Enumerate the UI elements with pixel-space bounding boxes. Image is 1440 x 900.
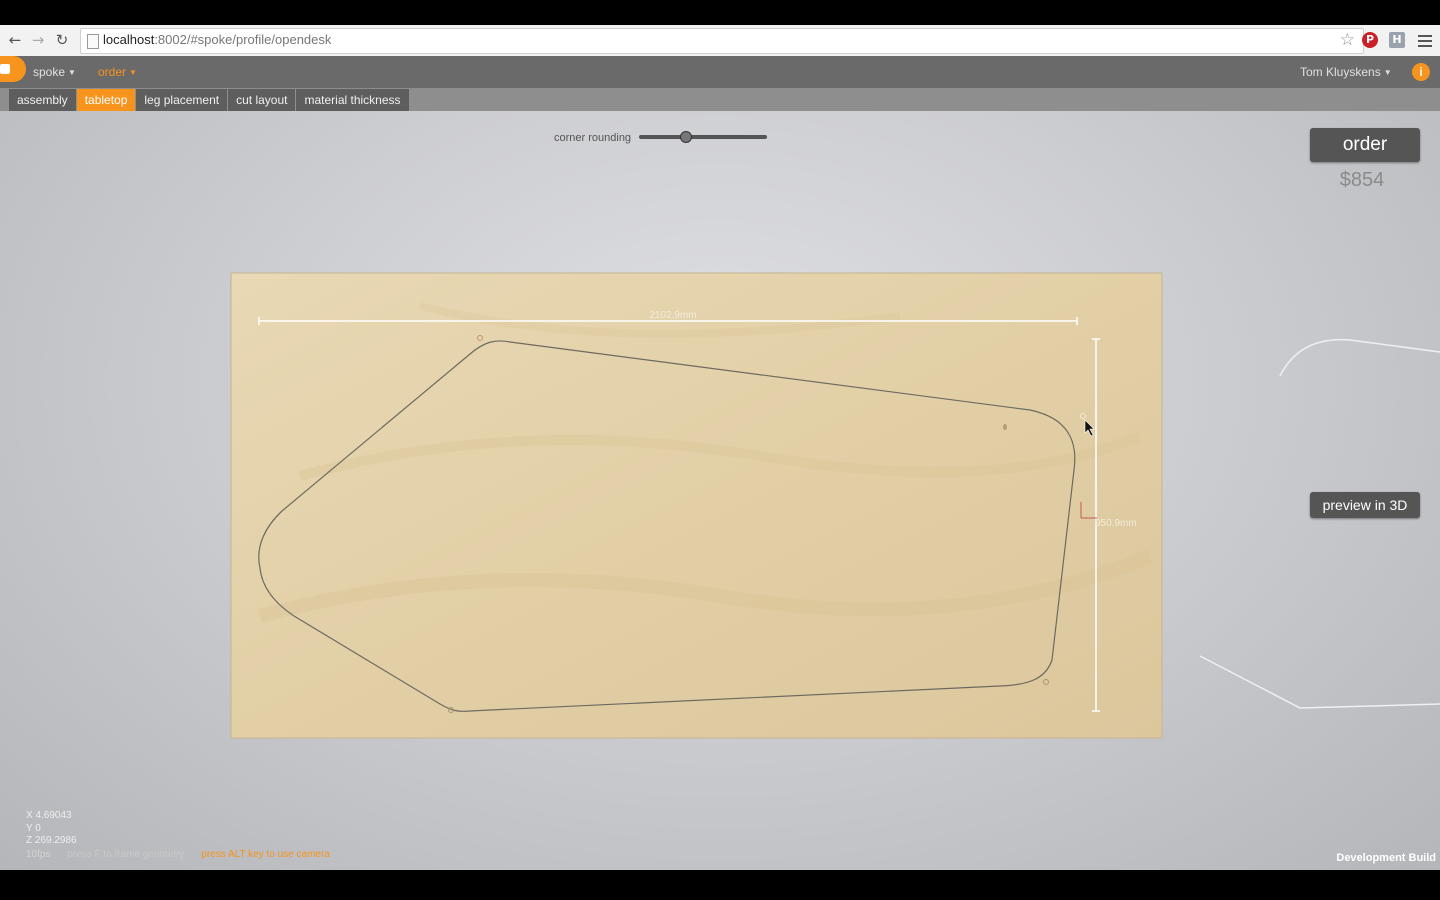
x-readout: X 4.69043 [26,810,72,821]
corner-rounding-label: corner rounding [554,132,632,144]
spoke-menu-label: spoke [33,65,66,79]
hamburger-menu-icon[interactable] [1418,32,1432,48]
browser-toolbar: ← → ↻ localhost:8002/#spoke/profile/open… [0,25,1440,57]
coordinate-readout: X 4.69043 Y 0 Z 269.2986 [26,810,77,848]
plywood-sheet [230,272,1163,739]
footer-hints: 10fps press F to frame geometry press AL… [26,849,330,860]
development-build-label: Development Build [1336,852,1436,864]
preview-3d-button[interactable]: preview in 3D [1310,492,1420,518]
wood-knot [1003,424,1007,430]
url-host: localhost [103,32,155,47]
ghost-outline-bottom [1199,655,1440,709]
tab-material-thickness[interactable]: material thickness [296,89,409,111]
camera-hint: press ALT key to use camera [201,849,330,860]
order-menu-label: order [98,65,127,79]
z-readout: Z 269.2986 [26,835,77,846]
app-workspace: 2102.9mm 950.9mm spoke ▼ order ▼ Tom Kluys… [0,56,1440,870]
width-dimension-label: 2102.9mm [649,310,696,321]
y-readout: Y 0 [26,822,41,834]
slider-thumb[interactable] [680,131,693,143]
spoke-menu[interactable]: spoke ▼ [33,65,76,79]
page-icon [87,34,99,49]
height-dimension-label: 950.9mm [1095,518,1137,529]
pinterest-icon[interactable]: P [1362,32,1378,48]
fps-counter: 10fps [26,849,51,860]
tab-assembly[interactable]: assembly [9,89,76,111]
user-menu[interactable]: Tom Kluyskens ▼ [1300,65,1392,79]
price-label: $854 [1339,169,1385,191]
corner-rounding-slider[interactable] [639,131,767,143]
app-header [0,56,1440,88]
tab-tabletop[interactable]: tabletop [76,89,136,111]
frame-geometry-hint: press F to frame geometry [67,849,185,860]
chevron-down-icon: ▼ [68,68,76,78]
address-bar[interactable]: localhost:8002/#spoke/profile/opendesk ☆ [80,28,1364,54]
forward-arrow-icon[interactable]: → [29,31,47,49]
tab-cut-layout[interactable]: cut layout [228,89,296,111]
order-menu[interactable]: order ▼ [98,65,137,79]
control-point[interactable] [220,574,226,580]
back-arrow-icon[interactable]: ← [6,31,24,49]
chevron-down-icon: ▼ [1383,68,1392,78]
tab-list: assembly tabletop leg placement cut layo… [9,89,409,111]
opendesk-logo-icon[interactable] [0,56,26,82]
info-icon[interactable]: i [1412,63,1430,81]
ghost-outline-top [1279,338,1440,377]
design-canvas[interactable]: 2102.9mm 950.9mm [0,56,1440,870]
reload-icon[interactable]: ↻ [53,31,71,49]
star-icon[interactable]: ☆ [1340,30,1355,50]
order-button[interactable]: order [1310,128,1420,162]
chevron-down-icon: ▼ [129,68,137,78]
h-extension-icon[interactable]: H [1389,32,1405,48]
url-path: :8002/#spoke/profile/opendesk [154,32,332,47]
url-text[interactable]: localhost:8002/#spoke/profile/opendesk [103,32,331,47]
user-name: Tom Kluyskens [1300,65,1381,79]
tab-leg-placement[interactable]: leg placement [136,89,228,111]
